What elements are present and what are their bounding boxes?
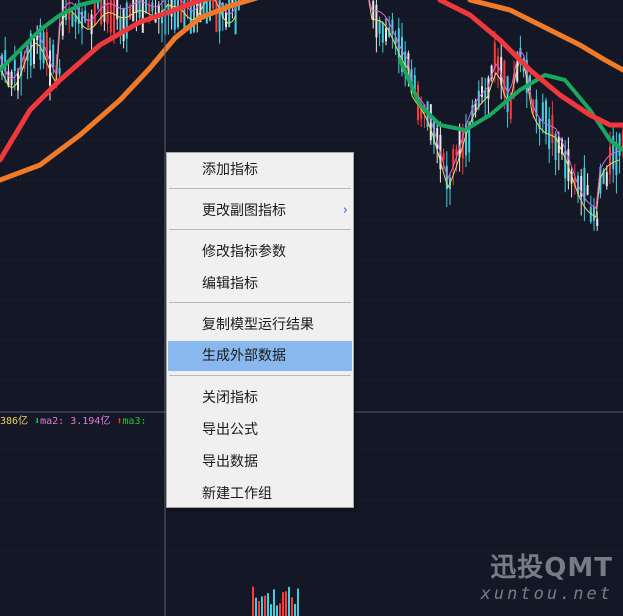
menu-item-label: 编辑指标 <box>202 276 258 292</box>
candle-body <box>100 0 103 25</box>
candle-body <box>177 0 179 28</box>
candle-body <box>109 0 112 33</box>
candle-body <box>129 7 131 20</box>
candle-body <box>103 0 106 22</box>
menu-edit-indicator[interactable]: 编辑指标 <box>168 269 352 299</box>
menu-export-formula[interactable]: 导出公式 <box>168 415 352 445</box>
lower-bar <box>267 593 269 616</box>
candle-body <box>90 14 93 35</box>
lower-bar <box>252 586 254 616</box>
menu-export-data[interactable]: 导出数据 <box>168 447 352 477</box>
menu-add-indicator[interactable]: 添加指标 <box>168 155 352 185</box>
candle-body <box>218 0 221 32</box>
menu-new-workgroup[interactable]: 新建工作组 <box>168 479 352 509</box>
candle-body <box>385 28 387 42</box>
menu-item-label: 关闭指标 <box>202 390 258 406</box>
menu-item-label: 修改指标参数 <box>202 244 286 260</box>
candle-body <box>209 0 211 21</box>
candle-body <box>541 102 544 121</box>
candle-body <box>84 10 87 22</box>
candle-body <box>381 22 384 43</box>
watermark-logo: 迅投QMT xuntou.net <box>481 547 613 604</box>
menu-item-label: 复制模型运行结果 <box>202 317 314 333</box>
candle-body <box>71 13 74 27</box>
candle-body <box>212 0 215 9</box>
lower-bar <box>264 595 266 616</box>
candle-body <box>141 0 144 33</box>
candle-body <box>596 218 599 226</box>
candle-body <box>497 56 499 74</box>
lower-bar <box>285 591 287 616</box>
candle-body <box>551 115 554 144</box>
candle-body <box>378 20 381 34</box>
lower-bar <box>279 603 281 616</box>
indicator-value: 386亿 <box>0 416 29 427</box>
candle-body <box>148 4 151 13</box>
menu-separator <box>169 302 351 303</box>
lower-bar <box>273 589 275 616</box>
candle-body <box>52 44 55 68</box>
context-menu: 添加指标 更改副图指标 › 修改指标参数 编辑指标 复制模型运行结果 生成外部数据… <box>166 152 354 508</box>
lower-pane-bars <box>252 586 299 616</box>
menu-item-label: 导出公式 <box>202 422 258 438</box>
lower-bar <box>255 597 257 616</box>
ma2-readout: ma2: 3.194亿 <box>40 416 111 427</box>
candle-body <box>132 0 135 22</box>
menu-item-label: 生成外部数据 <box>202 348 286 364</box>
candle-body <box>481 86 483 97</box>
candle-body <box>506 76 509 112</box>
menu-item-label: 更改副图指标 <box>202 203 286 219</box>
candle-body <box>586 185 589 195</box>
lower-bar <box>270 604 272 616</box>
candle-body <box>202 0 205 16</box>
menu-separator <box>169 375 351 376</box>
menu-item-label: 新建工作组 <box>202 486 272 502</box>
candle-body <box>173 0 176 30</box>
lower-bar <box>291 597 293 616</box>
watermark-url: xuntou.net <box>480 584 613 604</box>
candle-body <box>605 171 608 187</box>
menu-change-sub-indicator[interactable]: 更改副图指标 › <box>168 196 352 226</box>
lower-bar <box>261 596 263 616</box>
menu-item-label: 导出数据 <box>202 454 258 470</box>
candle-body <box>13 59 16 72</box>
menu-close-indicator[interactable]: 关闭指标 <box>168 383 352 413</box>
candle-body <box>442 153 445 160</box>
menu-modify-params[interactable]: 修改指标参数 <box>168 237 352 267</box>
candle-body <box>122 8 125 41</box>
candle-body <box>58 67 61 75</box>
menu-item-label: 添加指标 <box>202 162 258 178</box>
menu-separator <box>169 188 351 189</box>
menu-copy-model-results[interactable]: 复制模型运行结果 <box>168 310 352 340</box>
ma3-readout: ma3: <box>122 416 147 427</box>
menu-separator <box>169 229 351 230</box>
lower-bar <box>258 601 260 616</box>
lower-bar <box>288 586 290 616</box>
candle-body <box>42 32 45 64</box>
lower-bar <box>282 592 284 616</box>
candle-body <box>593 206 595 221</box>
chevron-right-icon: › <box>342 203 348 218</box>
candle-body <box>545 100 547 135</box>
watermark-title: 迅投QMT <box>490 553 613 583</box>
lower-bar <box>294 603 296 616</box>
candle-body <box>375 4 378 38</box>
candle-body <box>33 35 35 65</box>
lower-bar <box>276 605 278 616</box>
candle-body <box>205 0 208 24</box>
candle-body <box>138 0 141 18</box>
lower-bar <box>297 588 299 616</box>
candle-body <box>180 0 183 23</box>
candle-body <box>609 146 611 175</box>
candle-body <box>93 0 96 26</box>
menu-generate-external-data[interactable]: 生成外部数据 <box>168 341 352 371</box>
